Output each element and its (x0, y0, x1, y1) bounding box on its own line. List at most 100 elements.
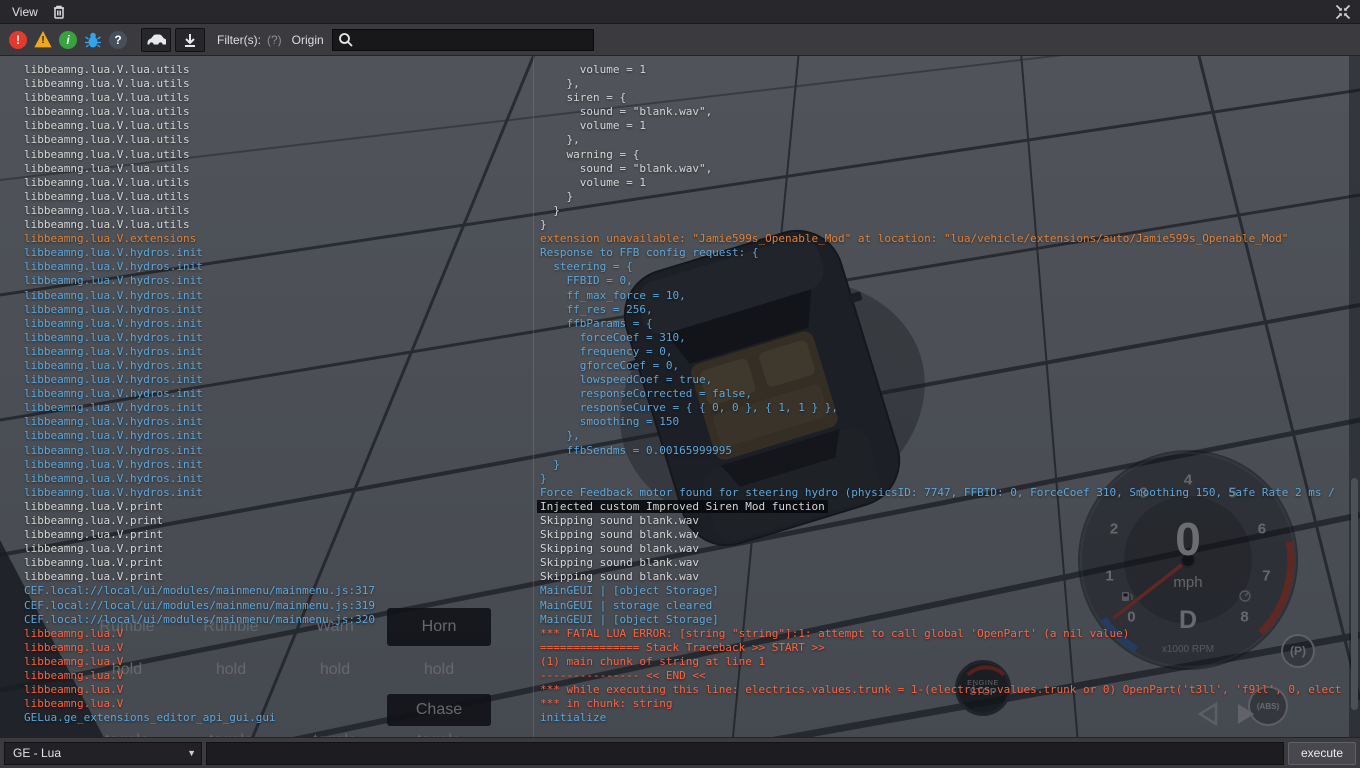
log-message: FFBID = 0, (540, 274, 633, 288)
log-origin: libbeamng.lua.V.hydros.init (24, 260, 203, 274)
log-message: Skipping sound blank.wav (540, 528, 699, 542)
filter-info-button[interactable]: i (56, 28, 80, 52)
console-row[interactable]: CEF.local://local/ui/modules/mainmenu/ma… (0, 584, 1360, 598)
error-icon: ! (9, 30, 27, 49)
console-row[interactable]: libbeamng.lua.V.hydros.init responseCurv… (0, 401, 1360, 415)
console-row[interactable]: libbeamng.lua.V.hydros.init Response to F… (0, 246, 1360, 260)
console-row[interactable]: libbeamng.lua.V.hydros.init FFBID = 0, (0, 274, 1360, 288)
console-row[interactable]: libbeamng.lua.V.lua.utils }, (0, 77, 1360, 91)
console-row[interactable]: libbeamng.lua.V =============== Stack Tra… (0, 641, 1360, 655)
filter-errors-button[interactable]: ! (6, 28, 30, 52)
log-message: volume = 1 (540, 63, 646, 76)
console-row[interactable]: CEF.local://local/ui/modules/mainmenu/ma… (0, 613, 1360, 627)
log-origin: libbeamng.lua.V (24, 669, 124, 683)
command-bar: GE - Lua ▼ execute (0, 737, 1360, 768)
console-row[interactable]: libbeamng.lua.V.hydros.init ffbParams = … (0, 317, 1360, 331)
command-input[interactable] (206, 741, 1284, 765)
console-row[interactable]: libbeamng.lua.V.print Skipping sound blan… (0, 570, 1360, 584)
console-row[interactable]: libbeamng.lua.V *** in chunk: string (0, 697, 1360, 711)
console-row[interactable]: libbeamng.lua.V.hydros.init }, (0, 429, 1360, 443)
filter-unknown-button[interactable]: ? (106, 28, 130, 52)
console-row[interactable]: libbeamng.lua.V.hydros.init} (0, 472, 1360, 486)
console-row[interactable]: libbeamng.lua.V.print Skipping sound blan… (0, 514, 1360, 528)
question-icon: ? (109, 30, 127, 49)
log-message: forceCoef = 310, (540, 330, 686, 344)
console-row[interactable]: libbeamng.lua.V.lua.utils warning = { (0, 148, 1360, 162)
scrollbar-thumb[interactable] (1351, 478, 1358, 710)
console-row[interactable]: libbeamng.lua.V.hydros.init lowspeedCoef… (0, 373, 1360, 387)
console-row[interactable]: libbeamng.lua.V.hydros.init } (0, 458, 1360, 472)
console-row[interactable]: libbeamng.lua.V.hydros.init smoothing = … (0, 415, 1360, 429)
log-origin: libbeamng.lua.V.hydros.init (24, 246, 203, 260)
filter-debug-button[interactable] (81, 28, 105, 52)
car-icon (147, 34, 166, 47)
execute-button[interactable]: execute (1288, 741, 1356, 765)
chevron-down-icon: ▼ (187, 748, 196, 758)
console-row[interactable]: libbeamng.lua.V.lua.utils sound = "blank… (0, 105, 1360, 119)
log-message: sound = "blank.wav", (540, 105, 713, 119)
console-row[interactable]: libbeamng.lua.V.lua.utils }, (0, 133, 1360, 147)
log-origin: libbeamng.lua.V.hydros.init (24, 344, 203, 358)
search-input[interactable] (356, 32, 588, 47)
log-message: --------------- << END << (540, 669, 706, 683)
log-origin: libbeamng.lua.V.print (24, 528, 164, 542)
console-row[interactable]: libbeamng.lua.V.lua.utils } (0, 204, 1360, 218)
console-row[interactable]: libbeamng.lua.V.lua.utils siren = { (0, 91, 1360, 105)
console-row[interactable]: GELua.ge_extensions_editor_api_gui.gui in… (0, 711, 1360, 725)
console-row[interactable]: libbeamng.lua.V.extensions extension unav… (0, 232, 1360, 246)
log-origin: libbeamng.lua.V.hydros.init (24, 302, 203, 316)
console-row[interactable]: libbeamng.lua.V.hydros.init frequency = … (0, 345, 1360, 359)
log-message: Skipping sound blank.wav (540, 514, 699, 527)
console-row[interactable]: libbeamng.lua.V.hydros.init Force Feedbac… (0, 486, 1360, 500)
console-row[interactable]: libbeamng.lua.V.lua.utils sound = "blank… (0, 162, 1360, 176)
view-menu[interactable]: View (6, 3, 44, 21)
console-row[interactable]: libbeamng.lua.V.hydros.init ff_max_force… (0, 289, 1360, 303)
console-row[interactable]: CEF.local://local/ui/modules/mainmenu/ma… (0, 599, 1360, 613)
console-row[interactable]: libbeamng.lua.V.lua.utils volume = 1 (0, 176, 1360, 190)
log-message: volume = 1 (540, 119, 646, 133)
console-row[interactable]: libbeamng.lua.V.print Skipping sound blan… (0, 528, 1360, 542)
console-row[interactable]: libbeamng.lua.V.hydros.init gforceCoef =… (0, 359, 1360, 373)
log-origin: libbeamng.lua.V.print (24, 499, 164, 513)
bug-icon (85, 32, 101, 48)
lua-context-dropdown[interactable]: GE - Lua ▼ (4, 741, 202, 765)
console-row[interactable]: libbeamng.lua.V.print Skipping sound blan… (0, 542, 1360, 556)
log-message: responseCorrected = false, (540, 387, 752, 401)
console-row[interactable]: libbeamng.lua.V.print Injected custom Imp… (0, 499, 1360, 514)
console-row[interactable]: libbeamng.lua.V --------------- << END << (0, 669, 1360, 683)
export-log-button[interactable] (175, 27, 205, 52)
console-row[interactable]: libbeamng.lua.V.lua.utils} (0, 218, 1360, 232)
log-origin: libbeamng.lua.V (24, 626, 124, 640)
console-row[interactable]: libbeamng.lua.V.hydros.init ff_res = 256… (0, 303, 1360, 317)
log-message: warning = { (540, 147, 640, 161)
console-row[interactable]: libbeamng.lua.V.lua.utils volume = 1 (0, 63, 1360, 77)
download-icon (185, 33, 195, 47)
console-row[interactable]: libbeamng.lua.V (1) main chunk of string … (0, 655, 1360, 669)
console-row[interactable]: libbeamng.lua.V.hydros.init forceCoef = … (0, 331, 1360, 345)
console-row[interactable]: libbeamng.lua.V.hydros.init ffbSendms = … (0, 444, 1360, 458)
filter-warnings-button[interactable]: ! (31, 28, 55, 52)
log-origin: libbeamng.lua.V.hydros.init (24, 471, 203, 485)
scrollbar[interactable] (1349, 56, 1360, 737)
console-row[interactable]: libbeamng.lua.V *** FATAL LUA ERROR: [str… (0, 627, 1360, 641)
log-origin: libbeamng.lua.V.lua.utils (24, 91, 190, 105)
filter-toolbar: ! ! i ? Filter(s): (?) Origin (0, 24, 1360, 56)
console-row[interactable]: libbeamng.lua.V.lua.utils volume = 1 (0, 119, 1360, 133)
log-message: } (540, 457, 560, 471)
log-origin: libbeamng.lua.V.lua.utils (24, 133, 190, 147)
log-message: extension unavailable: "Jamie599s_Openab… (540, 232, 1289, 246)
log-origin: libbeamng.lua.V.hydros.init (24, 415, 203, 429)
console-row[interactable]: libbeamng.lua.V.hydros.init steering = { (0, 260, 1360, 274)
console-row[interactable]: libbeamng.lua.V.hydros.init responseCorr… (0, 387, 1360, 401)
log-origin: libbeamng.lua.V.lua.utils (24, 105, 190, 119)
console-row[interactable]: libbeamng.lua.V *** while executing this … (0, 683, 1360, 697)
vehicle-console-button[interactable] (141, 27, 171, 52)
lua-context-value: GE - Lua (13, 746, 62, 760)
log-origin: libbeamng.lua.V.lua.utils (24, 175, 190, 189)
console-row[interactable]: libbeamng.lua.V.print Skipping sound blan… (0, 556, 1360, 570)
log-origin: GELua.ge_extensions_editor_api_gui.gui (24, 711, 276, 725)
log-origin: libbeamng.lua.V.lua.utils (24, 189, 190, 203)
dock-window-button[interactable] (1332, 1, 1354, 23)
console-row[interactable]: libbeamng.lua.V.lua.utils } (0, 190, 1360, 204)
clear-console-button[interactable] (50, 2, 68, 22)
